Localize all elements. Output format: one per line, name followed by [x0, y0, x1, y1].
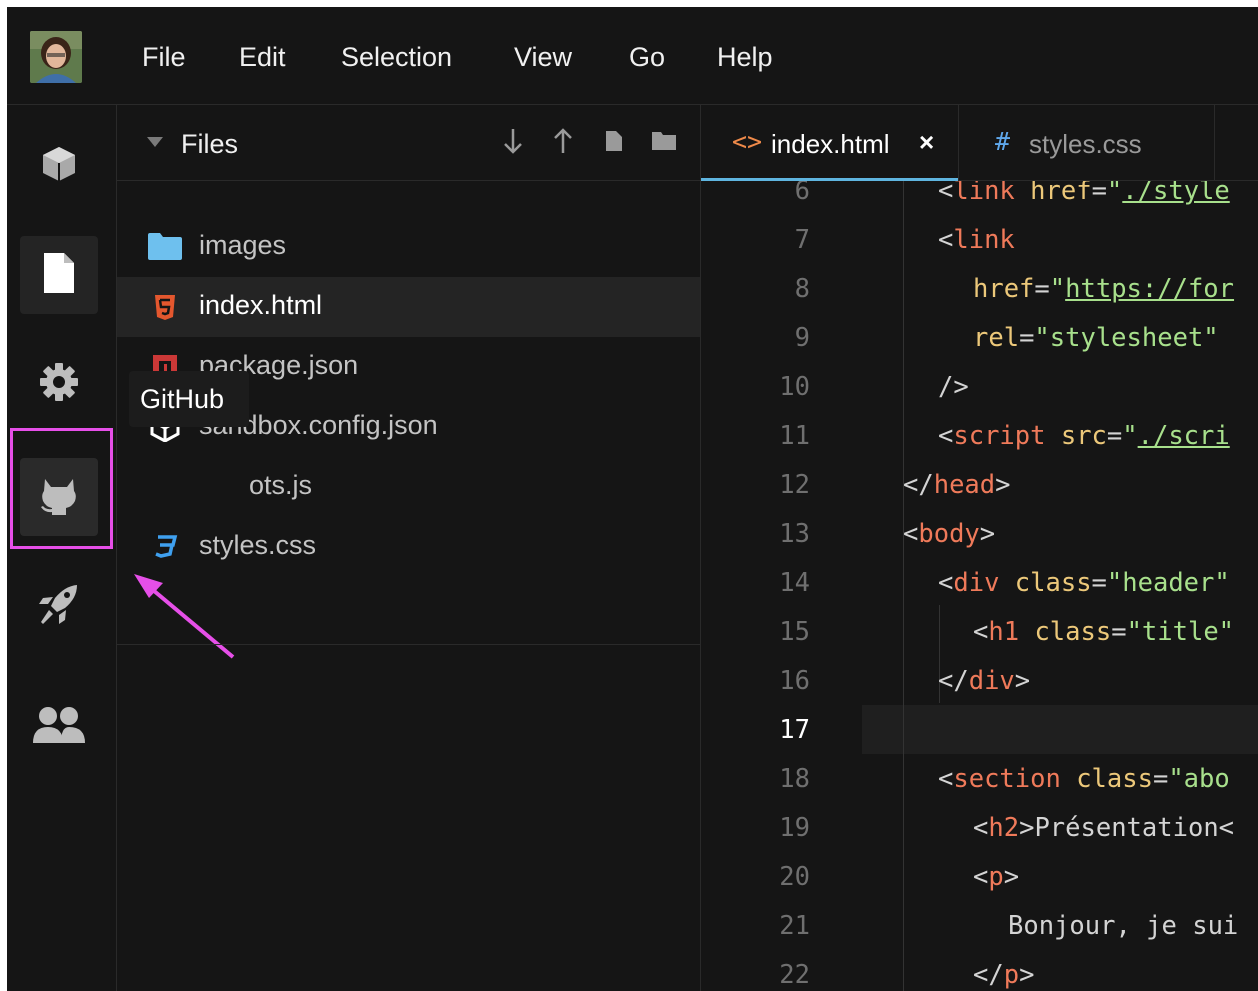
- code-line: 21 Bonjour, je sui: [779, 911, 1239, 941]
- rocket-icon: [37, 582, 81, 631]
- line-number: 20: [779, 862, 810, 892]
- code-line: 9 rel="stylesheet": [794, 323, 1219, 353]
- line-number: 11: [779, 421, 810, 451]
- code-line: 14 <div class="header": [779, 568, 1230, 598]
- line-number: 18: [779, 764, 810, 794]
- code-line: 20 <p>: [779, 862, 1020, 892]
- line-number: 22: [779, 960, 810, 990]
- line-number: 17: [779, 715, 810, 745]
- menu-file[interactable]: File: [142, 40, 186, 74]
- menu-go[interactable]: Go: [629, 40, 665, 74]
- users-icon: [31, 705, 87, 750]
- explorer-header: Files: [117, 105, 700, 181]
- close-icon[interactable]: ×: [919, 127, 934, 158]
- file-row-images[interactable]: images: [117, 217, 700, 277]
- file-label: ots.js: [249, 470, 313, 500]
- css3-icon: [148, 532, 182, 562]
- deploy-button[interactable]: [20, 567, 98, 645]
- line-number: 13: [779, 519, 810, 549]
- github-highlight-box: [10, 428, 113, 549]
- line-number: 21: [779, 911, 810, 941]
- line-number: 15: [779, 617, 810, 647]
- tab-index-html[interactable]: <> index.html ×: [701, 105, 958, 181]
- file-row-scripts-js[interactable]: ots.js: [117, 457, 700, 517]
- code-line: 12 </head>: [779, 470, 1011, 500]
- html5-icon: [148, 292, 182, 322]
- explorer-divider: [117, 644, 700, 645]
- code-line: 22 </p>: [779, 960, 1035, 990]
- menu-view[interactable]: View: [514, 40, 572, 74]
- code-line: 13 <body>: [779, 519, 996, 549]
- code-line: 15 <h1 class="title": [779, 617, 1235, 647]
- line-number: 6: [794, 181, 810, 206]
- code-line: 8 href="https://for: [794, 274, 1235, 304]
- tab-label: styles.css: [1029, 129, 1142, 159]
- code-line: 16 </div>: [779, 666, 1031, 696]
- file-icon: [44, 252, 74, 298]
- menu-bar: File Edit Selection View Go Help: [7, 7, 1258, 105]
- code-line: 10 />: [779, 372, 969, 402]
- activity-bar: [7, 105, 235, 991]
- code-line: 11 <script src="./scri: [779, 421, 1230, 451]
- line-number: 12: [779, 470, 810, 500]
- folder-icon: [148, 232, 182, 262]
- explorer-title: Files: [181, 129, 239, 159]
- js-icon: [148, 472, 182, 502]
- menu-selection[interactable]: Selection: [341, 40, 452, 74]
- github-tooltip: GitHub: [129, 371, 249, 427]
- tab-styles-css[interactable]: # styles.css: [959, 105, 1214, 181]
- gear-icon: [39, 362, 79, 407]
- file-label: styles.css: [199, 530, 317, 560]
- line-number: 9: [794, 323, 810, 353]
- sandbox-info-icon: [40, 145, 78, 188]
- new-file-icon[interactable]: [606, 131, 622, 156]
- line-number: 7: [794, 225, 810, 255]
- file-row-index-html[interactable]: index.html: [117, 277, 700, 337]
- menu-edit[interactable]: Edit: [239, 40, 286, 74]
- new-folder-icon[interactable]: [652, 132, 676, 155]
- line-number: 16: [779, 666, 810, 696]
- code-line: 7 <link: [794, 225, 1015, 255]
- download-icon[interactable]: [503, 127, 523, 160]
- code-brackets-icon: <>: [732, 127, 763, 156]
- line-number: 10: [779, 372, 810, 402]
- code-area: 6 <link href="./style 7 <link 8 href="ht…: [701, 181, 1258, 991]
- code-line-current[interactable]: 17: [701, 707, 1258, 756]
- user-avatar[interactable]: [30, 31, 82, 83]
- collapse-caret-icon[interactable]: [147, 137, 163, 147]
- editor-pane: <> index.html × # styles.css 6 <link hre: [701, 105, 1258, 991]
- line-number: 8: [794, 274, 810, 304]
- line-number: 19: [779, 813, 810, 843]
- sandbox-info-button[interactable]: [20, 127, 98, 205]
- tab-overflow[interactable]: [1215, 105, 1258, 181]
- live-collab-button[interactable]: [20, 688, 98, 766]
- js-file-icon: [1245, 127, 1255, 145]
- code-line: 19 <h2>Présentation<: [779, 813, 1235, 843]
- file-row-styles-css[interactable]: styles.css: [117, 517, 700, 577]
- file-explorer: Files images index.html package.json san…: [117, 105, 701, 991]
- editor-tabs: <> index.html × # styles.css: [701, 105, 1258, 181]
- explorer-button[interactable]: [20, 236, 98, 314]
- menu-help[interactable]: Help: [717, 40, 773, 74]
- file-label: index.html: [199, 290, 323, 320]
- hash-icon: #: [995, 127, 1011, 156]
- code-editor-window: File Edit Selection View Go Help GitHub …: [7, 7, 1258, 991]
- line-number: 14: [779, 568, 810, 598]
- settings-button[interactable]: [20, 345, 98, 423]
- code-line: 6 <link href="./style: [701, 181, 1258, 217]
- upload-icon[interactable]: [553, 127, 573, 160]
- file-label: images: [199, 230, 287, 260]
- code-line: 18 <section class="abo: [779, 764, 1230, 794]
- tab-label: index.html: [771, 129, 890, 159]
